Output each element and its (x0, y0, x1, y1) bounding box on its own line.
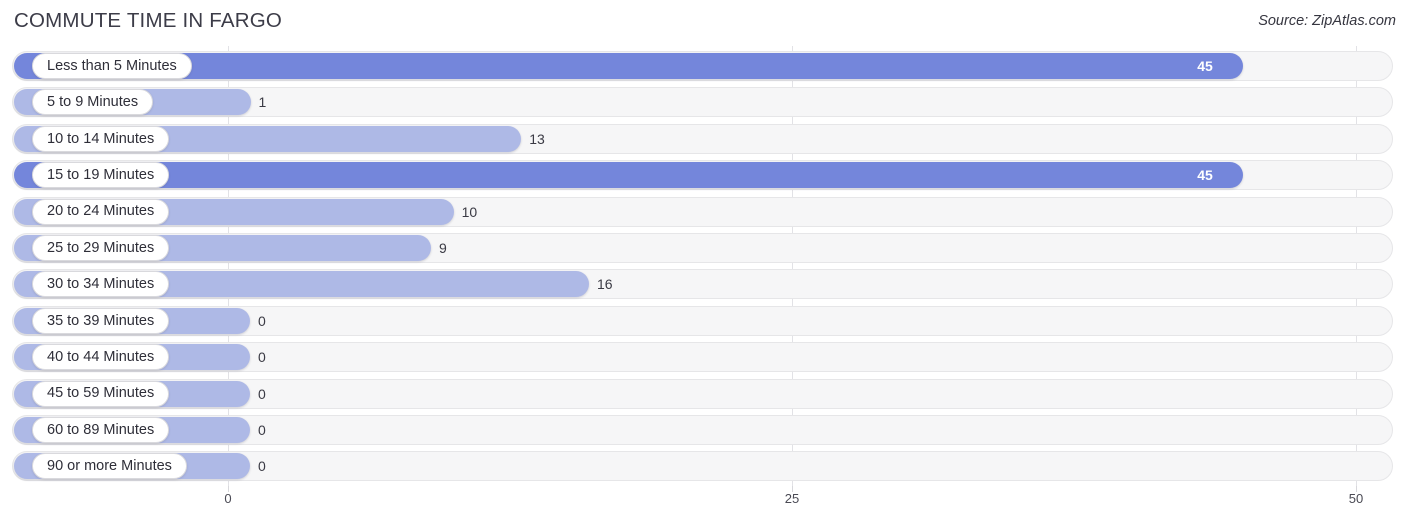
category-label: 5 to 9 Minutes (47, 94, 139, 111)
chart-row[interactable]: 15 to 19 Minutes 45 (0, 157, 1406, 193)
bar-value-label: 10 (461, 203, 478, 220)
bar-value-label: 45 (1197, 167, 1213, 184)
bar[interactable] (14, 162, 1244, 189)
category-label: 20 to 24 Minutes (47, 203, 155, 220)
category-label-pill: 25 to 29 Minutes (32, 235, 170, 261)
category-label: Less than 5 Minutes (47, 57, 177, 74)
category-label: 15 to 19 Minutes (47, 166, 155, 183)
category-label-pill: 30 to 34 Minutes (32, 271, 170, 298)
chart-row[interactable]: 25 to 29 Minutes 9 (0, 230, 1406, 266)
bar-value-label: 9 (439, 240, 447, 256)
bar-value-label: 0 (258, 312, 266, 329)
x-axis-tick-label: 0 (224, 491, 232, 506)
chart-row[interactable]: 10 to 14 Minutes 13 (0, 121, 1406, 157)
x-axis: 0 25 50 (0, 486, 1406, 523)
category-label: 90 or more Minutes (47, 458, 172, 475)
category-label: 25 to 29 Minutes (47, 239, 155, 256)
chart-row[interactable]: 90 or more Minutes 0 (0, 448, 1406, 484)
category-label-pill: 45 to 59 Minutes (32, 380, 170, 407)
bar-value-label: 1 (258, 94, 267, 111)
chart-row[interactable]: 30 to 34 Minutes 16 (0, 266, 1406, 302)
source-attribution: Source: ZipAtlas.com (1258, 13, 1396, 29)
category-label-pill: Less than 5 Minutes (32, 53, 192, 79)
chart-row[interactable]: Less than 5 Minutes 45 (0, 48, 1406, 84)
category-label-pill: 15 to 19 Minutes (32, 162, 170, 189)
chart-header: COMMUTE TIME IN FARGO Source: ZipAtlas.c… (0, 0, 1406, 46)
bar-value-label: 0 (258, 422, 266, 438)
bar-value-label: 13 (529, 130, 545, 147)
category-label-pill: 35 to 39 Minutes (32, 307, 170, 334)
category-label-pill: 40 to 44 Minutes (32, 344, 170, 371)
bar-value-label: 45 (1197, 58, 1213, 74)
bar-value-label: 0 (258, 349, 266, 366)
category-label: 40 to 44 Minutes (47, 348, 155, 365)
category-label-pill: 90 or more Minutes (32, 453, 187, 480)
category-label-pill: 5 to 9 Minutes (32, 89, 154, 116)
chart-row[interactable]: 35 to 39 Minutes 0 (0, 303, 1406, 339)
chart-row[interactable]: 45 to 59 Minutes 0 (0, 376, 1406, 412)
category-label-pill: 60 to 89 Minutes (32, 417, 170, 443)
category-label: 35 to 39 Minutes (47, 312, 155, 329)
x-axis-tick-label: 50 (1348, 491, 1364, 506)
chart-row[interactable]: 5 to 9 Minutes 1 (0, 84, 1406, 120)
bar-value-label: 0 (258, 458, 266, 475)
category-label-pill: 20 to 24 Minutes (32, 198, 170, 225)
bar-value-label: 0 (258, 385, 266, 402)
chart-plot-area: Less than 5 Minutes 45 5 to 9 Minutes 1 10 t… (0, 46, 1406, 486)
chart-row[interactable]: 20 to 24 Minutes 10 (0, 194, 1406, 230)
x-axis-tick-label: 25 (784, 491, 800, 506)
category-label: 10 to 14 Minutes (47, 130, 155, 147)
category-label: 45 to 59 Minutes (47, 385, 155, 402)
category-label: 30 to 34 Minutes (47, 276, 155, 293)
bar[interactable] (14, 53, 1244, 79)
chart-row[interactable]: 40 to 44 Minutes 0 (0, 339, 1406, 375)
category-label-pill: 10 to 14 Minutes (32, 125, 170, 152)
category-label: 60 to 89 Minutes (47, 421, 155, 438)
page-title: COMMUTE TIME IN FARGO (14, 9, 283, 32)
bar-value-label: 16 (596, 276, 613, 293)
chart-row[interactable]: 60 to 89 Minutes 0 (0, 412, 1406, 448)
